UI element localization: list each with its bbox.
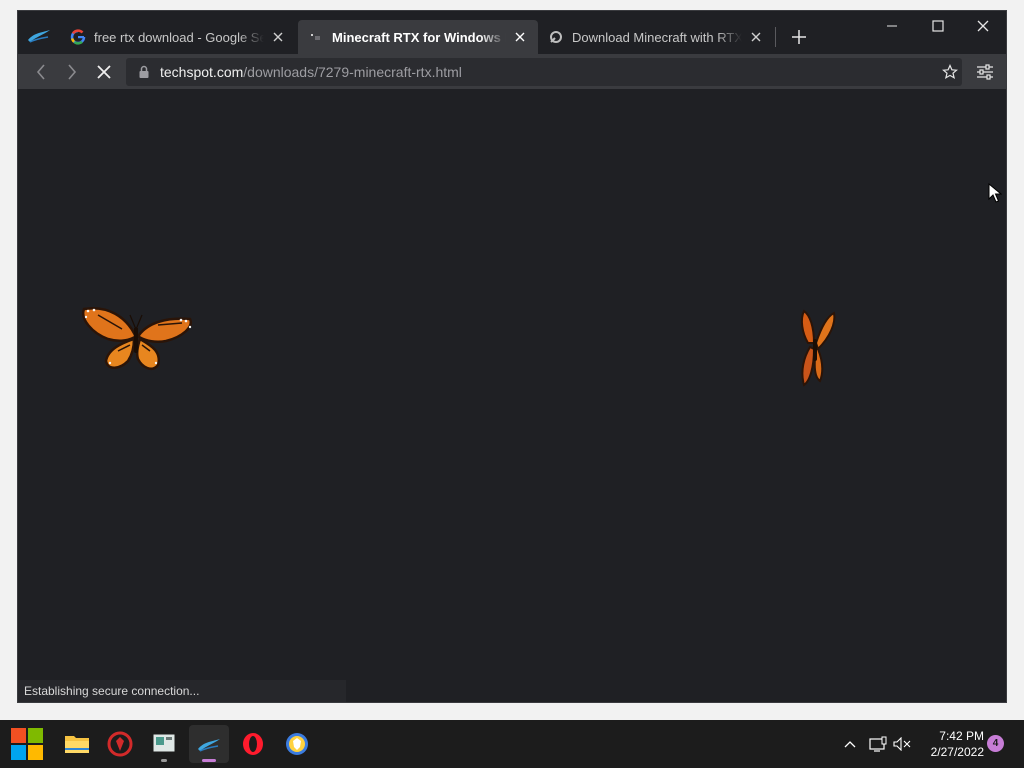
chevron-up-icon [844,741,856,748]
url-path: /downloads/7279-minecraft-rtx.html [243,64,462,80]
start-button[interactable] [7,725,47,763]
maximize-button[interactable] [915,11,961,41]
new-tab-button[interactable] [788,26,810,48]
techspot-icon [308,29,324,45]
opera-icon [243,733,263,755]
mouse-cursor-icon [988,183,1002,203]
stop-icon [97,65,111,79]
notification-badge[interactable]: 4 [987,735,1004,752]
taskbar-opera[interactable] [233,725,273,763]
close-window-button[interactable] [960,11,1006,41]
minimize-icon [887,25,897,27]
running-indicator [161,759,167,762]
volume-button[interactable] [891,734,913,754]
back-button[interactable] [27,58,55,86]
tab-divider [775,27,776,47]
tab-title: Download Minecraft with RTX Beta [572,29,742,45]
browser-logo-icon[interactable] [26,25,52,45]
taskbar-brave[interactable] [277,725,317,763]
browser-app-icon [198,739,220,752]
tab-download-minecraft[interactable]: Download Minecraft with RTX Beta [538,20,774,54]
site-icon [548,29,564,45]
tab-strip: free rtx download - Google Search Minecr… [18,11,1006,54]
browser-toolbar: techspot.com/downloads/7279-minecraft-rt… [18,54,1006,89]
clock-date: 2/27/2022 [930,745,984,759]
forward-button[interactable] [58,58,86,86]
bookmark-button[interactable] [938,60,962,84]
taskbar-store[interactable] [144,725,184,763]
easy-setup-button[interactable] [971,58,999,86]
active-indicator [202,759,216,762]
close-icon [977,20,989,32]
lock-icon [139,65,149,78]
butterfly-image [81,306,193,370]
taskbar-browser-app[interactable] [189,725,229,763]
store-icon [152,733,176,753]
clock-time: 7:42 PM [939,729,984,743]
taskbar: 7:42 PM 2/27/2022 4 [0,720,1024,768]
volume-muted-icon [893,737,911,751]
page-content: Establishing secure connection... [18,89,1006,702]
brave-icon [286,733,308,755]
file-explorer-icon [65,736,89,753]
sliders-icon [977,64,993,80]
system-clock[interactable]: 7:42 PM 2/27/2022 [918,728,984,760]
network-button[interactable] [867,734,889,754]
tab-minecraft-rtx[interactable]: Minecraft RTX for Windows Download [298,20,538,54]
chevron-left-icon [36,64,45,80]
url-host: techspot.com [160,64,244,80]
plus-icon [792,30,806,44]
show-hidden-icons-button[interactable] [839,734,861,754]
star-icon [942,64,958,80]
security-app-icon [107,731,133,757]
start-icon [11,728,43,760]
taskbar-file-explorer[interactable] [57,725,97,763]
tab-google-search[interactable]: free rtx download - Google Search [60,20,296,54]
url-text: techspot.com/downloads/7279-minecraft-rt… [160,64,462,80]
google-icon [70,29,86,45]
tab-close-icon[interactable] [270,29,286,45]
tab-close-icon[interactable] [512,29,528,45]
browser-window: free rtx download - Google Search Minecr… [17,10,1007,703]
network-icon [869,736,887,752]
maximize-icon [932,20,944,32]
chevron-right-icon [68,64,77,80]
address-bar[interactable]: techspot.com/downloads/7279-minecraft-rt… [126,58,962,86]
tab-close-icon[interactable] [748,29,764,45]
tab-title: free rtx download - Google Search [94,29,264,45]
tab-title: Minecraft RTX for Windows Download [332,29,506,45]
status-bar: Establishing secure connection... [18,680,346,702]
minimize-button[interactable] [869,11,915,41]
taskbar-security-app[interactable] [100,725,140,763]
butterfly-image [800,309,836,387]
stop-loading-button[interactable] [90,58,118,86]
